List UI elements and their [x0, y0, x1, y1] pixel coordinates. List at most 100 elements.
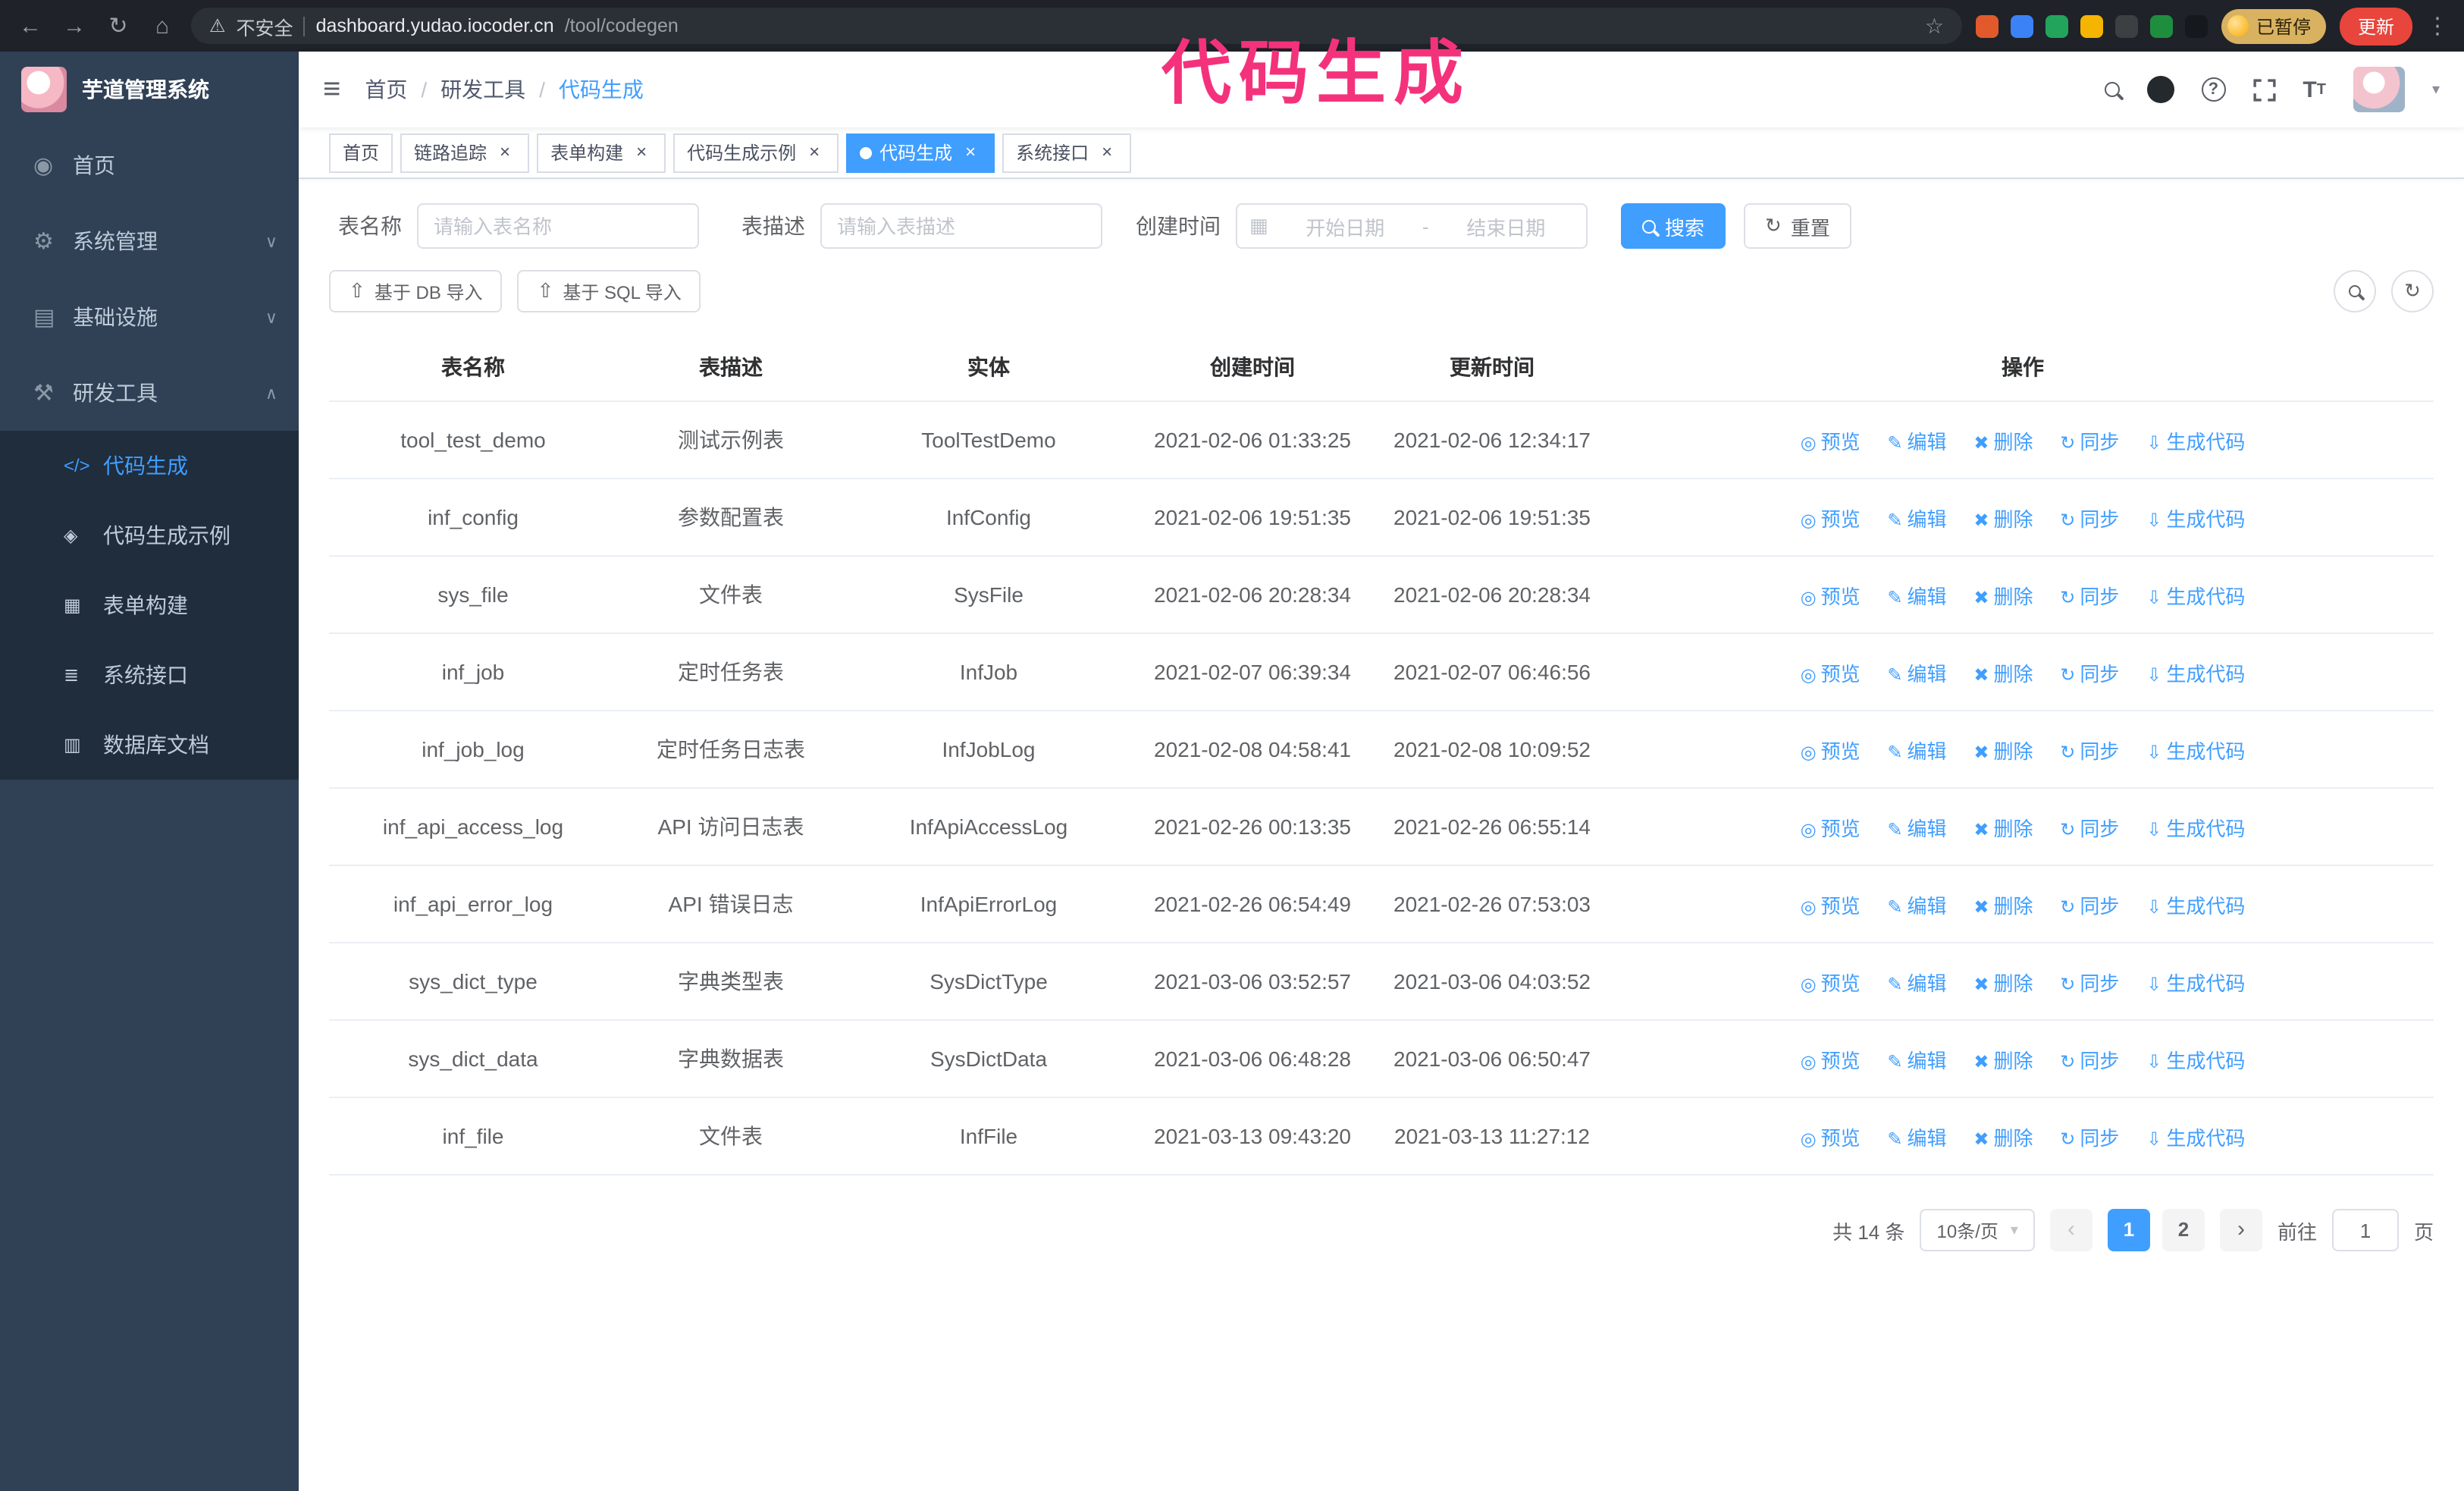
delete-link[interactable]: ✖ 删除: [1973, 662, 2033, 685]
import-sql-button[interactable]: ⇧ 基于 SQL 导入: [517, 270, 701, 312]
preview-link[interactable]: ◎ 预览: [1801, 1126, 1861, 1149]
delete-link[interactable]: ✖ 删除: [1973, 430, 2033, 453]
edit-link[interactable]: ✎ 编辑: [1887, 507, 1946, 530]
edit-link[interactable]: ✎ 编辑: [1887, 585, 1946, 607]
sidebar-menu-item[interactable]: ◉ 首页: [0, 127, 299, 203]
preview-link[interactable]: ◎ 预览: [1801, 817, 1861, 840]
page-size-select[interactable]: 10条/页 ▾: [1920, 1209, 2035, 1251]
extension-icon[interactable]: [2080, 14, 2103, 37]
sync-link[interactable]: ↻ 同步: [2060, 1126, 2119, 1149]
back-icon[interactable]: ←: [15, 13, 45, 39]
extension-icon[interactable]: [2149, 14, 2173, 37]
toggle-search-button[interactable]: [2334, 270, 2376, 312]
forward-icon[interactable]: →: [59, 13, 89, 39]
sync-link[interactable]: ↻ 同步: [2060, 1049, 2119, 1072]
sync-link[interactable]: ↻ 同步: [2060, 585, 2119, 607]
delete-link[interactable]: ✖ 删除: [1973, 739, 2033, 762]
sync-link[interactable]: ↻ 同步: [2060, 739, 2119, 762]
generate-code-link[interactable]: ⇩ 生成代码: [2146, 972, 2245, 994]
next-page-button[interactable]: ›: [2219, 1209, 2262, 1251]
reload-icon[interactable]: ↻: [103, 12, 133, 39]
sidebar-submenu-item[interactable]: ◈ 代码生成示例: [0, 501, 299, 570]
edit-link[interactable]: ✎ 编辑: [1887, 1126, 1946, 1149]
sync-link[interactable]: ↻ 同步: [2060, 894, 2119, 917]
tab-close-icon[interactable]: ×: [804, 141, 825, 163]
font-size-icon[interactable]: TT: [2303, 77, 2326, 102]
delete-link[interactable]: ✖ 删除: [1973, 585, 2033, 607]
sidebar-menu-item[interactable]: ⚙ 系统管理 ∨: [0, 203, 299, 279]
generate-code-link[interactable]: ⇩ 生成代码: [2146, 817, 2245, 840]
import-db-button[interactable]: ⇧ 基于 DB 导入: [329, 270, 503, 312]
tab-close-icon[interactable]: ×: [960, 141, 981, 163]
generate-code-link[interactable]: ⇩ 生成代码: [2146, 507, 2245, 530]
generate-code-link[interactable]: ⇩ 生成代码: [2146, 1049, 2245, 1072]
edit-link[interactable]: ✎ 编辑: [1887, 817, 1946, 840]
generate-code-link[interactable]: ⇩ 生成代码: [2146, 1126, 2245, 1149]
sync-link[interactable]: ↻ 同步: [2060, 972, 2119, 994]
edit-link[interactable]: ✎ 编辑: [1887, 972, 1946, 994]
sidebar-menu-item[interactable]: ⚒ 研发工具 ∧: [0, 355, 299, 431]
tab[interactable]: 系统接口 ×: [1002, 133, 1132, 172]
extension-icon[interactable]: [2184, 14, 2208, 37]
page-number-button[interactable]: 1: [2107, 1209, 2150, 1251]
preview-link[interactable]: ◎ 预览: [1801, 972, 1861, 994]
generate-code-link[interactable]: ⇩ 生成代码: [2146, 894, 2245, 917]
preview-link[interactable]: ◎ 预览: [1801, 739, 1861, 762]
delete-link[interactable]: ✖ 删除: [1973, 1049, 2033, 1072]
tab[interactable]: 首页 ×: [329, 133, 393, 172]
hamburger-icon[interactable]: ≡: [323, 72, 340, 107]
tab[interactable]: 表单构建 ×: [537, 133, 666, 172]
edit-link[interactable]: ✎ 编辑: [1887, 662, 1946, 685]
sidebar-submenu-item[interactable]: ≣ 系统接口: [0, 640, 299, 710]
goto-page-input[interactable]: [2331, 1209, 2399, 1251]
search-icon[interactable]: [2104, 82, 2120, 97]
browser-menu-icon[interactable]: ⋮: [2426, 12, 2449, 39]
date-range-picker[interactable]: ▦ 开始日期 - 结束日期: [1236, 203, 1588, 249]
tab[interactable]: 代码生成示例 ×: [673, 133, 839, 172]
user-avatar[interactable]: [2353, 67, 2405, 112]
edit-link[interactable]: ✎ 编辑: [1887, 430, 1946, 453]
preview-link[interactable]: ◎ 预览: [1801, 507, 1861, 530]
extension-icon[interactable]: [2114, 14, 2138, 37]
extension-icon[interactable]: [2010, 14, 2033, 37]
bookmark-star-icon[interactable]: ☆: [1925, 13, 1944, 39]
sidebar-submenu-item[interactable]: ▦ 表单构建: [0, 570, 299, 640]
preview-link[interactable]: ◎ 预览: [1801, 662, 1861, 685]
delete-link[interactable]: ✖ 删除: [1973, 972, 2033, 994]
url-bar[interactable]: ⚠ 不安全 dashboard.yudao.iocoder.cn/tool/co…: [191, 8, 1962, 44]
breadcrumb-item[interactable]: 研发工具: [407, 74, 525, 105]
tab-close-icon[interactable]: ×: [1096, 141, 1118, 163]
extension-icon[interactable]: [1975, 14, 1998, 37]
fullscreen-icon[interactable]: [2252, 78, 2275, 101]
github-icon[interactable]: [2146, 76, 2174, 103]
tab-close-icon[interactable]: ×: [494, 141, 516, 163]
sync-link[interactable]: ↻ 同步: [2060, 817, 2119, 840]
generate-code-link[interactable]: ⇩ 生成代码: [2146, 662, 2245, 685]
delete-link[interactable]: ✖ 删除: [1973, 507, 2033, 530]
preview-link[interactable]: ◎ 预览: [1801, 585, 1861, 607]
delete-link[interactable]: ✖ 删除: [1973, 1126, 2033, 1149]
start-date-placeholder[interactable]: 开始日期: [1277, 212, 1413, 240]
sync-link[interactable]: ↻ 同步: [2060, 430, 2119, 453]
help-icon[interactable]: ?: [2201, 77, 2226, 102]
reset-button[interactable]: ↻ 重置: [1744, 203, 1851, 249]
edit-link[interactable]: ✎ 编辑: [1887, 1049, 1946, 1072]
tab[interactable]: 链路追踪 ×: [400, 133, 530, 172]
avatar-caret-icon[interactable]: ▾: [2432, 81, 2440, 98]
preview-link[interactable]: ◎ 预览: [1801, 894, 1861, 917]
sidebar-submenu-item[interactable]: </> 代码生成: [0, 431, 299, 501]
browser-update-button[interactable]: 更新: [2339, 7, 2412, 45]
edit-link[interactable]: ✎ 编辑: [1887, 739, 1946, 762]
preview-link[interactable]: ◎ 预览: [1801, 430, 1861, 453]
end-date-placeholder[interactable]: 结束日期: [1438, 212, 1574, 240]
sidebar-menu-item[interactable]: ▤ 基础设施 ∨: [0, 279, 299, 355]
sidebar-submenu-item[interactable]: ▥ 数据库文档: [0, 710, 299, 780]
profile-paused-badge[interactable]: 已暂停: [2221, 8, 2326, 43]
generate-code-link[interactable]: ⇩ 生成代码: [2146, 739, 2245, 762]
generate-code-link[interactable]: ⇩ 生成代码: [2146, 585, 2245, 607]
search-button[interactable]: 搜索: [1621, 203, 1726, 249]
extension-icon[interactable]: [2045, 14, 2068, 37]
edit-link[interactable]: ✎ 编辑: [1887, 894, 1946, 917]
home-icon[interactable]: ⌂: [147, 13, 177, 39]
table-desc-input[interactable]: [820, 203, 1102, 249]
